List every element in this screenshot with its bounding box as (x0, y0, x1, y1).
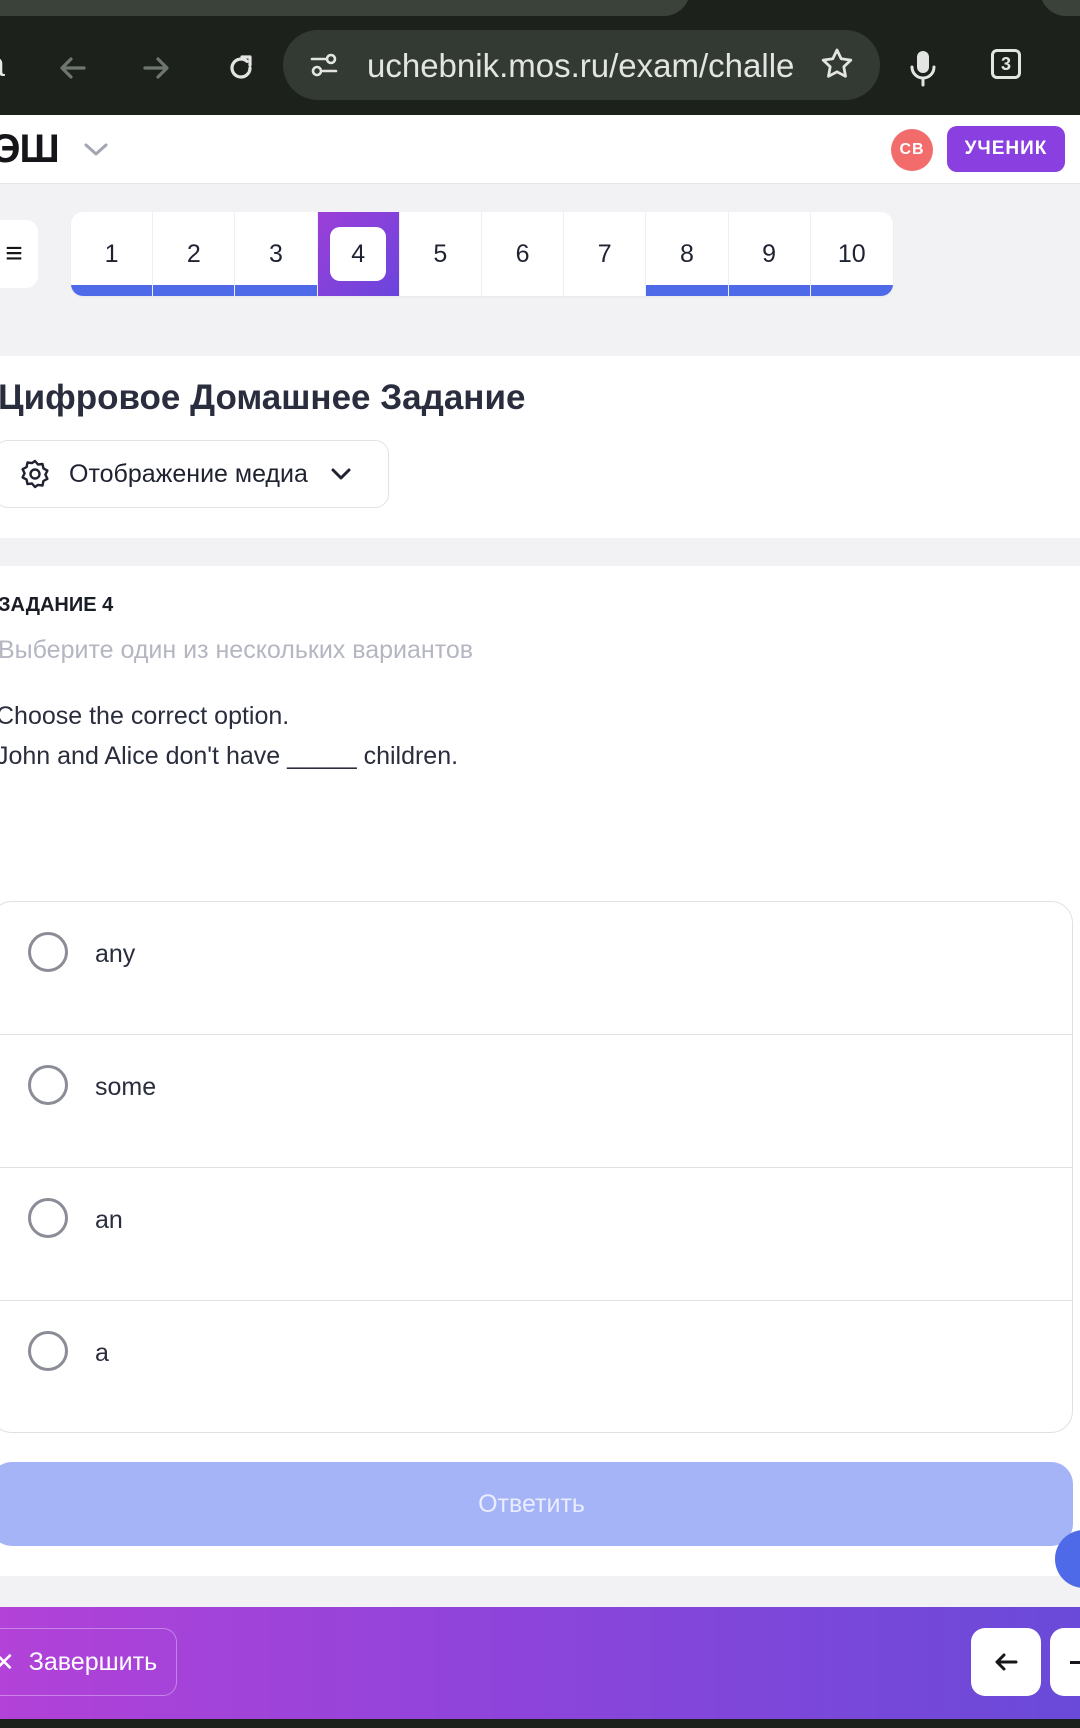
option-label[interactable]: an (95, 1206, 123, 1235)
question-navigator: 1 2 3 4 5 6 7 8 9 10 (71, 212, 893, 296)
back-arrow-icon[interactable] (51, 46, 95, 90)
question-nav-item[interactable]: 2 (153, 212, 236, 296)
title-card: Цифровое Домашнее Задание Отображение ме… (0, 356, 1080, 538)
question-nav-item[interactable]: 4 (317, 212, 400, 296)
task-label: ЗАДАНИЕ 4 (0, 594, 114, 616)
option-label[interactable]: a (95, 1339, 109, 1368)
question-nav-item[interactable]: 5 (400, 212, 482, 296)
question-nav-item[interactable]: 8 (646, 212, 729, 296)
tab-fragment: a (0, 46, 5, 85)
task-sentence: John and Alice don't have _____ children… (0, 742, 459, 770)
finish-label: Завершить (28, 1647, 158, 1676)
question-nav-label: 9 (762, 239, 777, 268)
address-bar[interactable]: uchebnik.mos.ru/exam/challe (283, 30, 880, 100)
option-item[interactable]: an (0, 1168, 1072, 1301)
task-hint: Выберите один из нескольких вариантов (0, 636, 474, 664)
next-question-button[interactable] (1050, 1628, 1080, 1696)
task-instruction: Choose the correct option. (0, 702, 290, 730)
chevron-down-icon[interactable] (82, 139, 110, 164)
answered-indicator (71, 285, 153, 296)
question-nav-item[interactable]: 3 (235, 212, 318, 296)
question-nav-item[interactable]: 1 (71, 212, 154, 296)
reload-icon[interactable] (219, 46, 263, 90)
question-nav-label: 5 (433, 239, 448, 268)
site-settings-icon[interactable] (309, 50, 339, 85)
system-bar (0, 1719, 1080, 1728)
app-header: ЭШ СВ УЧЕНИК (0, 115, 1080, 184)
question-nav-label: 7 (597, 239, 612, 268)
menu-icon[interactable]: ≡ (0, 220, 38, 288)
question-nav-label: 8 (679, 239, 694, 268)
microphone-icon[interactable] (901, 46, 945, 90)
submit-button[interactable]: Ответить (0, 1462, 1073, 1546)
media-display-button[interactable]: Отображение медиа (0, 440, 389, 508)
answered-indicator (235, 285, 317, 296)
task-text: Choose the correct option. John and Alic… (0, 696, 458, 776)
finish-button[interactable]: ✕ Завершить (0, 1628, 177, 1696)
question-nav-label: 10 (837, 239, 866, 268)
question-nav-label: 6 (515, 239, 530, 268)
radio-button[interactable] (28, 1198, 68, 1238)
radio-button[interactable] (28, 1331, 68, 1371)
radio-button[interactable] (28, 1065, 68, 1105)
app-logo[interactable]: ЭШ (0, 127, 60, 172)
browser-tab-strip[interactable] (0, 0, 690, 16)
media-display-label: Отображение медиа (69, 459, 308, 488)
role-badge[interactable]: УЧЕНИК (947, 126, 1065, 172)
gear-icon (19, 458, 51, 490)
tab-switcher-button[interactable]: 3 (991, 49, 1021, 79)
option-item[interactable]: a (0, 1301, 1072, 1432)
chevron-down-icon (328, 464, 354, 484)
bottom-bar: ✕ Завершить (0, 1607, 1080, 1719)
forward-arrow-icon[interactable] (134, 46, 178, 90)
question-nav-label: 3 (269, 239, 283, 268)
question-nav-item[interactable]: 6 (482, 212, 565, 296)
question-nav-label: 4 (330, 227, 387, 281)
question-nav-label: 1 (104, 239, 119, 268)
question-nav-item[interactable]: 7 (564, 212, 647, 296)
previous-question-button[interactable] (971, 1628, 1041, 1696)
question-nav-item[interactable]: 10 (810, 212, 893, 296)
option-label[interactable]: any (95, 940, 135, 969)
answer-options: any some an a (0, 901, 1073, 1433)
arrow-left-icon (991, 1647, 1021, 1677)
option-label[interactable]: some (95, 1073, 156, 1102)
browser-tab-strip-right[interactable] (1040, 0, 1080, 16)
question-nav-item[interactable]: 9 (728, 212, 811, 296)
bookmark-star-icon[interactable] (819, 46, 855, 87)
option-item[interactable]: some (0, 1035, 1072, 1168)
option-item[interactable]: any (0, 902, 1072, 1035)
url-text[interactable]: uchebnik.mos.ru/exam/challe (367, 47, 817, 85)
close-icon: ✕ (0, 1646, 15, 1677)
page-title: Цифровое Домашнее Задание (0, 378, 526, 417)
answered-indicator (646, 285, 728, 296)
browser-toolbar: a uchebnik.mos.ru/exam/challe 3 (0, 0, 1080, 115)
radio-button[interactable] (28, 932, 68, 972)
task-card: ЗАДАНИЕ 4 Выберите один из нескольких ва… (0, 566, 1080, 1576)
question-nav-label: 2 (186, 239, 201, 268)
arrow-right-icon (1070, 1661, 1080, 1664)
avatar[interactable]: СВ (891, 129, 933, 171)
answered-indicator (810, 285, 893, 296)
answered-indicator (153, 285, 235, 296)
answered-indicator (728, 285, 810, 296)
